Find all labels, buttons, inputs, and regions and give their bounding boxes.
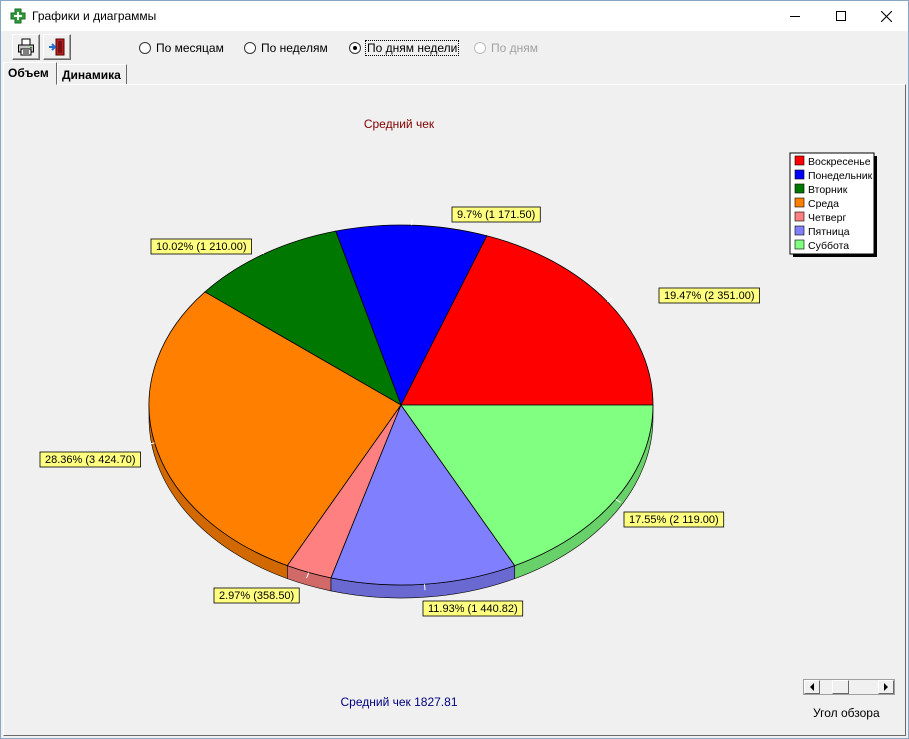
radio-label: По неделям <box>261 41 328 55</box>
data-label-7: 17.55% (2 119.00) <box>623 511 725 528</box>
tab-strip: Объем Динамика <box>3 62 906 85</box>
data-label-text: 9.7% (1 171.50) <box>457 209 535 221</box>
chart-footer: Средний чек 1827.81 <box>340 695 457 709</box>
legend-label-2: Понедельник <box>808 170 873 182</box>
legend-swatch-2 <box>794 169 805 180</box>
legend-label-7: Суббота <box>808 240 849 252</box>
data-label-1: 19.47% (2 351.00) <box>658 287 760 304</box>
radio-circle <box>139 42 151 54</box>
scroll-right-button[interactable] <box>878 680 894 694</box>
view-angle-scrollbar[interactable] <box>803 679 895 695</box>
legend-swatch-4 <box>794 197 805 208</box>
title-bar: Графики и диаграммы <box>1 1 908 31</box>
pie-slices <box>148 224 654 586</box>
legend-swatch-3 <box>794 183 805 194</box>
maximize-icon <box>836 11 846 21</box>
legend-label-3: Вторник <box>808 184 848 196</box>
data-label-text: 17.55% (2 119.00) <box>629 514 719 526</box>
radio-by-weekdays[interactable]: По дням недели <box>349 40 460 56</box>
radio-circle <box>474 42 486 54</box>
data-label-text: 10.02% (1 210.00) <box>156 241 247 253</box>
legend-swatch-1 <box>794 155 805 166</box>
arrow-left-icon <box>810 683 814 691</box>
window-title: Графики и диаграммы <box>32 9 157 23</box>
legend-swatch-7 <box>794 239 805 250</box>
radio-circle-checked <box>349 42 361 54</box>
data-label-2: 9.7% (1 171.50) <box>451 206 541 223</box>
radio-by-months[interactable]: По месяцам <box>139 40 224 56</box>
chart-legend: Воскресенье Понедельник Вторник Среда Четвер… <box>789 152 877 257</box>
chart-panel: 19.47% (2 351.00) 9.7% (1 171.50) 10.02% (… <box>3 84 906 736</box>
minimize-icon <box>790 16 800 17</box>
exit-button[interactable] <box>43 34 71 60</box>
maximize-button[interactable] <box>818 1 864 31</box>
label-leader-6 <box>424 584 426 591</box>
printer-icon <box>18 38 34 56</box>
data-label-text: 2.97% (358.50) <box>219 590 294 602</box>
legend-label-4: Среда <box>808 198 839 210</box>
data-label-3: 10.02% (1 210.00) <box>150 238 252 255</box>
data-label-5: 2.97% (358.50) <box>213 587 300 604</box>
legend-label-1: Воскресенье <box>808 156 871 168</box>
radio-label: По дням недели <box>364 40 460 56</box>
exit-door-icon <box>49 38 65 56</box>
arrow-right-icon <box>884 683 888 691</box>
chart-title: Средний чек <box>364 117 435 131</box>
scroll-thumb[interactable] <box>832 680 850 694</box>
pie-chart: 19.47% (2 351.00) 9.7% (1 171.50) 10.02% (… <box>39 117 877 709</box>
legend-swatch-5 <box>794 211 805 222</box>
legend-label-6: Пятница <box>808 226 850 238</box>
data-label-text: 28.36% (3 424.70) <box>45 454 136 466</box>
tab-dynamics[interactable]: Динамика <box>57 64 127 85</box>
toolbar: По месяцам По неделям По дням недели По … <box>1 31 908 63</box>
legend-label-5: Четверг <box>808 212 846 224</box>
close-button[interactable] <box>863 1 909 31</box>
tab-label: Объем <box>8 66 49 80</box>
radio-label: По дням <box>491 41 539 55</box>
minimize-button[interactable] <box>772 1 818 31</box>
radio-label: По месяцам <box>156 41 224 55</box>
data-label-4: 28.36% (3 424.70) <box>39 451 141 468</box>
data-label-text: 19.47% (2 351.00) <box>664 290 755 302</box>
view-angle-label: Угол обзора <box>813 706 880 720</box>
print-button[interactable] <box>12 34 40 60</box>
radio-circle <box>244 42 256 54</box>
app-window: Графики и диаграммы По месяцам По неделя… <box>0 0 909 739</box>
radio-by-weeks[interactable]: По неделям <box>244 40 328 56</box>
scroll-left-button[interactable] <box>804 680 820 694</box>
label-leader-3 <box>259 248 264 255</box>
data-label-6: 11.93% (1 440.82) <box>422 600 524 617</box>
data-label-text: 11.93% (1 440.82) <box>428 603 518 615</box>
tab-volume[interactable]: Объем <box>3 62 57 85</box>
legend-swatch-6 <box>794 225 805 236</box>
close-icon <box>880 10 892 22</box>
tab-label: Динамика <box>62 68 121 82</box>
green-cross-icon <box>10 8 26 24</box>
radio-by-days[interactable]: По дням <box>474 40 538 56</box>
label-leader-1 <box>607 297 613 303</box>
